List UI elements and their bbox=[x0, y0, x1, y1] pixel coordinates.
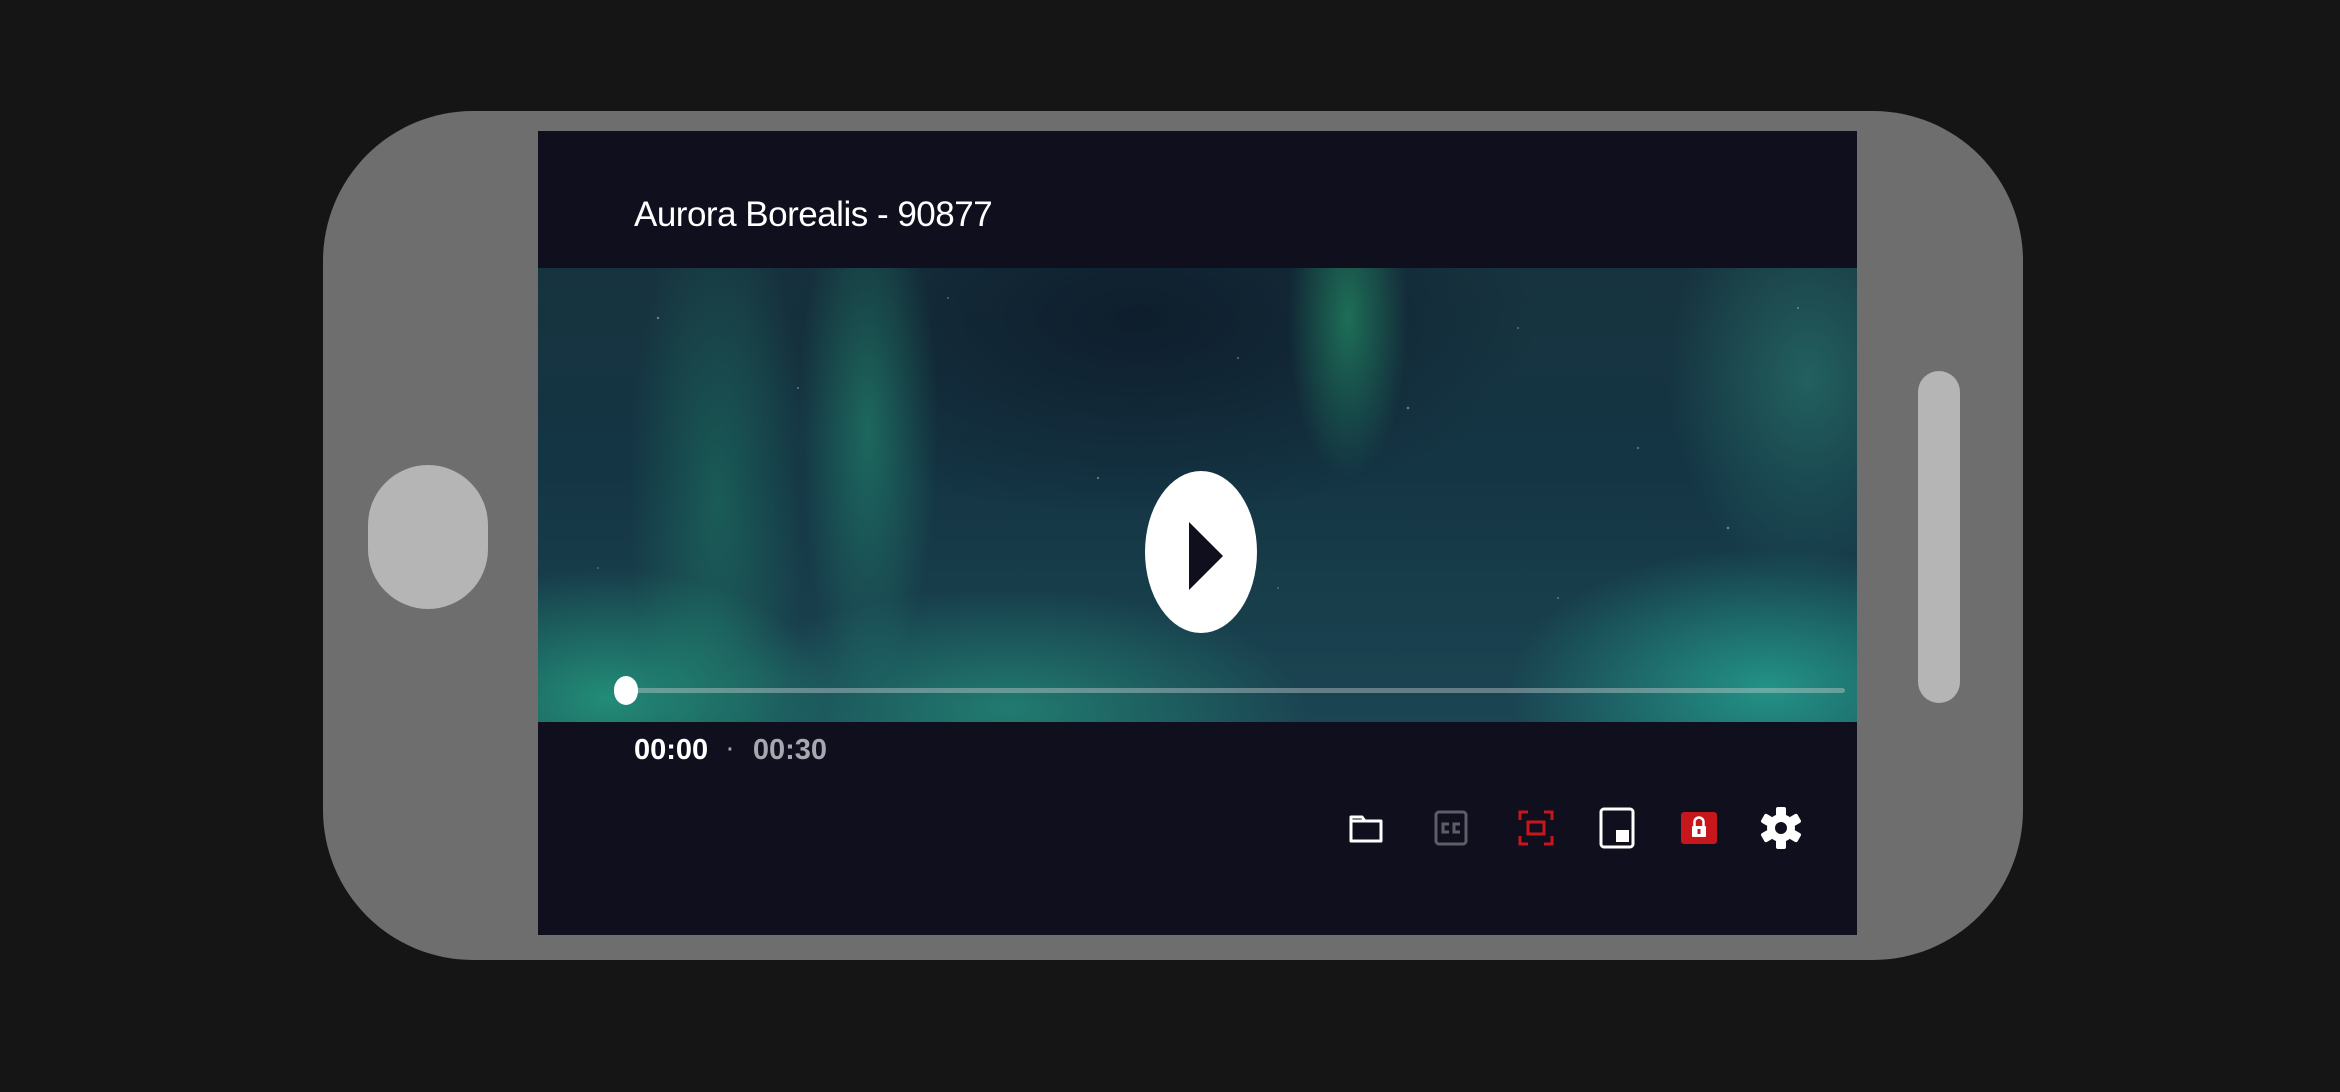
progress-bar[interactable] bbox=[614, 676, 1845, 705]
lock-button[interactable] bbox=[1676, 805, 1722, 851]
lock-icon bbox=[1681, 812, 1717, 844]
time-separator: · bbox=[727, 738, 734, 761]
picture-in-picture-button[interactable] bbox=[1594, 805, 1640, 851]
closed-captions-icon bbox=[1434, 810, 1468, 846]
video-player-screen: Aurora Borealis - 90877 00:00 · 00:30 bbox=[538, 131, 1857, 935]
video-frame[interactable] bbox=[538, 268, 1857, 722]
progress-thumb[interactable] bbox=[614, 676, 638, 705]
play-icon bbox=[1189, 522, 1223, 590]
video-title: Aurora Borealis - 90877 bbox=[634, 195, 993, 234]
picture-in-picture-icon bbox=[1599, 807, 1635, 849]
home-button[interactable] bbox=[368, 465, 488, 609]
gear-icon bbox=[1761, 807, 1801, 849]
fullscreen-icon bbox=[1518, 810, 1554, 846]
settings-button[interactable] bbox=[1758, 805, 1804, 851]
total-duration: 00:30 bbox=[752, 733, 828, 766]
time-display: 00:00 · 00:30 bbox=[634, 729, 827, 771]
play-button[interactable] bbox=[1145, 471, 1257, 633]
stage: Aurora Borealis - 90877 00:00 · 00:30 bbox=[0, 0, 2340, 1092]
folder-icon bbox=[1349, 815, 1383, 843]
fullscreen-button[interactable] bbox=[1513, 805, 1559, 851]
control-bar bbox=[538, 801, 1857, 857]
closed-captions-button[interactable] bbox=[1428, 805, 1474, 851]
side-speaker-slot bbox=[1918, 371, 1960, 703]
current-time: 00:00 bbox=[634, 733, 709, 766]
folder-button[interactable] bbox=[1343, 805, 1389, 851]
